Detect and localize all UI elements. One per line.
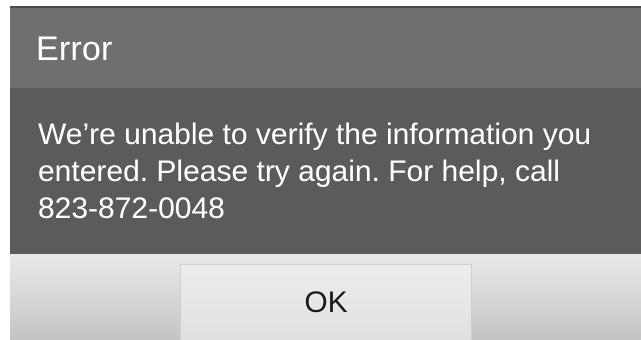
dialog-body: We’re unable to verify the information y… — [10, 88, 641, 254]
ok-button[interactable]: OK — [180, 264, 472, 340]
dialog-title: Error — [36, 30, 113, 68]
dialog-footer: OK — [10, 254, 641, 340]
error-message: We’re unable to verify the information y… — [38, 118, 592, 225]
ok-button-label: OK — [304, 285, 348, 319]
dialog-title-bar: Error — [10, 6, 641, 88]
error-dialog: Error We’re unable to verify the informa… — [10, 6, 641, 340]
